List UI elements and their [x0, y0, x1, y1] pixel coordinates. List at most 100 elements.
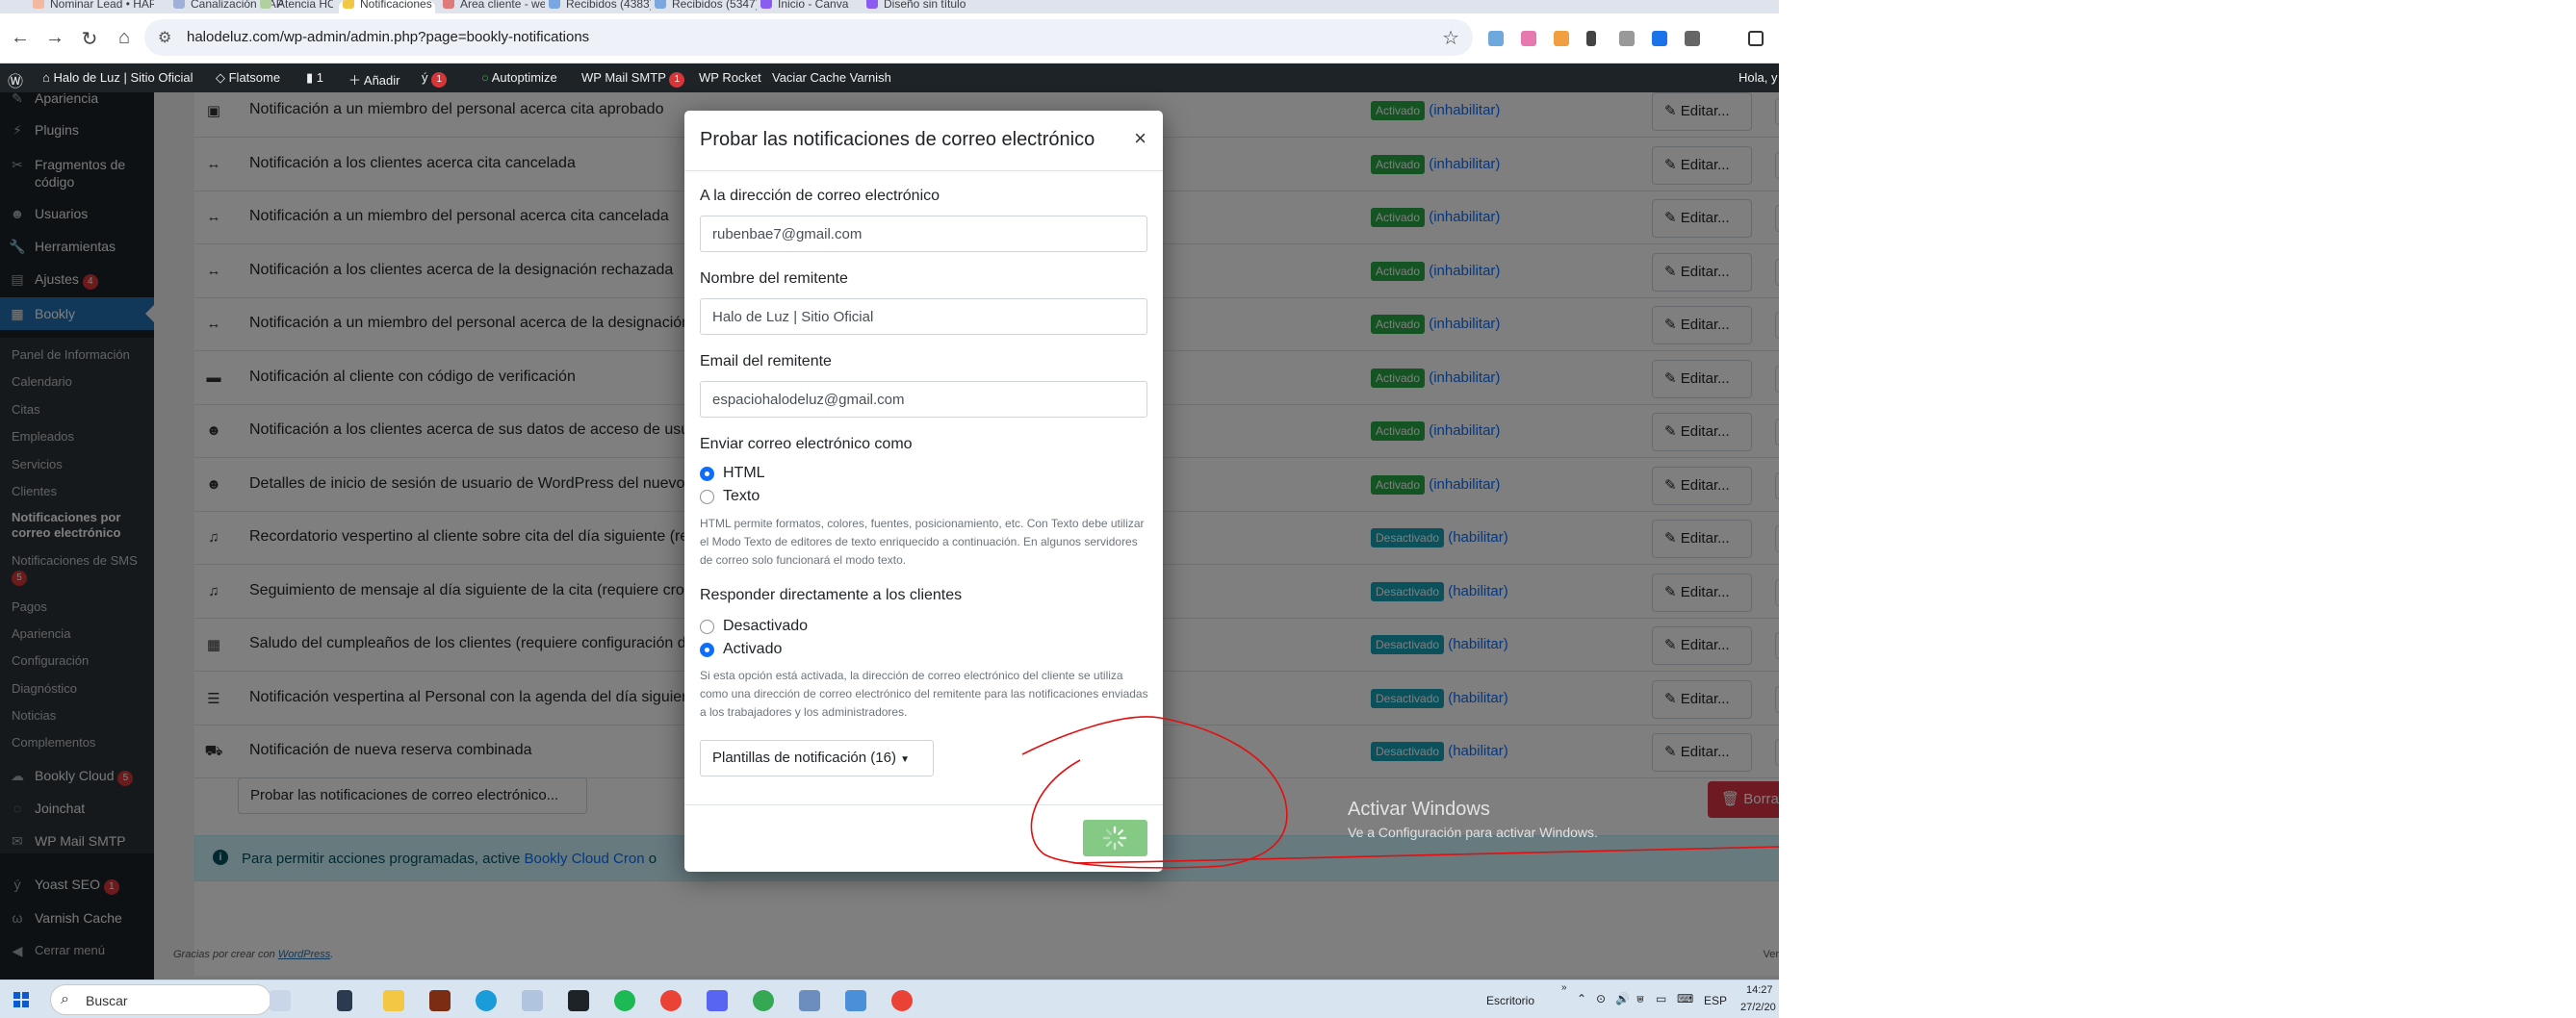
- keyboard-icon[interactable]: ⌨: [1677, 992, 1693, 1005]
- browser-tab[interactable]: Nominar Lead • HAP: [29, 0, 154, 13]
- bookmark-star-icon[interactable]: ☆: [1442, 26, 1459, 50]
- url-bar[interactable]: ⚙ halodeluz.com/wp-admin/admin.php?page=…: [144, 19, 1473, 56]
- adminbar-add-new[interactable]: ＋ Añadir: [348, 70, 399, 89]
- app-icon[interactable]: [429, 990, 451, 1011]
- app-icon[interactable]: [568, 990, 589, 1011]
- modal-footer-divider: [684, 804, 1163, 805]
- home-icon[interactable]: ⌂: [112, 27, 137, 49]
- adminbar-site[interactable]: ⌂ Halo de Luz | Sitio Oficial: [42, 70, 193, 85]
- adminbar-updates[interactable]: ý 1: [422, 70, 448, 88]
- site-info-icon[interactable]: ⚙: [158, 28, 171, 47]
- clock-time[interactable]: 14:27: [1746, 984, 1773, 996]
- caret-down-icon: ▼: [900, 754, 911, 765]
- search-icon: ⌕: [61, 991, 69, 1007]
- tab-favicon-icon: [33, 0, 44, 9]
- browser-tab[interactable]: Inicio - Canva: [757, 0, 863, 13]
- reload-icon[interactable]: ↻: [77, 27, 102, 51]
- to-email-input[interactable]: [700, 216, 1147, 252]
- to-email-label: A la dirección de correo electrónico: [700, 188, 940, 204]
- wifi-icon[interactable]: ⩐: [1636, 992, 1644, 1006]
- sender-email-label: Email del remitente: [700, 353, 832, 369]
- download-icon[interactable]: [1652, 31, 1667, 46]
- browser-tab[interactable]: Área cliente - web: [439, 0, 545, 13]
- tab-favicon-icon: [655, 0, 666, 9]
- extension-icon[interactable]: [1488, 31, 1504, 46]
- adminbar-wprocket[interactable]: WP Rocket: [699, 70, 761, 85]
- extension-icon[interactable]: [1521, 31, 1536, 46]
- reply-label: Responder directamente a los clientes: [700, 587, 963, 603]
- pen-icon[interactable]: [1586, 31, 1596, 46]
- tab-favicon-icon: [343, 0, 354, 9]
- app-icon[interactable]: [845, 990, 866, 1011]
- close-icon[interactable]: ×: [1134, 126, 1146, 151]
- sidepanel-icon[interactable]: [1748, 31, 1764, 46]
- adminbar-greeting[interactable]: Hola, y: [1739, 70, 1777, 85]
- radio-checked-icon: [700, 467, 714, 481]
- browser-tab-strip: Nominar Lead • HAP Canalización HAP Aten…: [0, 0, 1779, 13]
- tab-favicon-icon: [866, 0, 878, 9]
- modal-header: Probar las notificaciones de correo elec…: [684, 111, 1163, 171]
- language-indicator[interactable]: ESP: [1704, 994, 1727, 1007]
- windows-taskbar: ⌕ Buscar Escritorio » ⌃ ⊙ 🔊 ⩐ ▭ ⌨ ESP 14…: [0, 980, 1779, 1018]
- radio-unchecked-icon: [700, 620, 714, 634]
- screen: Nominar Lead • HAP Canalización HAP Aten…: [0, 0, 1779, 1018]
- browser-tab-active[interactable]: Notificaciones por c...: [339, 0, 435, 13]
- plus-icon: ＋: [348, 73, 364, 88]
- app-icon[interactable]: [707, 990, 728, 1011]
- browser-tab[interactable]: Recibidos (4383): [545, 0, 651, 13]
- windows-start-icon[interactable]: [13, 992, 29, 1007]
- browser-tab[interactable]: Diseño sin título: [863, 0, 968, 13]
- volume-icon[interactable]: 🔊: [1615, 992, 1630, 1005]
- tab-favicon-icon: [760, 0, 772, 9]
- file-explorer-icon[interactable]: [383, 990, 404, 1011]
- puzzle-icon[interactable]: [1685, 31, 1700, 46]
- spotify-icon[interactable]: [614, 990, 635, 1011]
- radio-unchecked-icon: [700, 490, 714, 504]
- edge-icon[interactable]: [476, 990, 497, 1011]
- sender-name-label: Nombre del remitente: [700, 270, 848, 287]
- tab-favicon-icon: [173, 0, 185, 9]
- monitor-icon[interactable]: ▭: [1656, 992, 1666, 1005]
- templates-dropdown[interactable]: Plantillas de notificación (16) ▼: [700, 740, 934, 776]
- tab-favicon-icon: [549, 0, 560, 9]
- taskbar-widget-icon[interactable]: [270, 990, 291, 1011]
- browser-tab[interactable]: Recibidos (5347): [651, 0, 757, 13]
- adminbar-theme[interactable]: ◇ Flatsome: [216, 70, 280, 86]
- tab-favicon-icon: [260, 0, 271, 9]
- network-icon[interactable]: ⊙: [1596, 992, 1606, 1005]
- app-icon[interactable]: [522, 990, 543, 1011]
- url-text: halodeluz.com/wp-admin/admin.php?page=bo…: [187, 29, 590, 45]
- back-icon[interactable]: ←: [8, 27, 33, 49]
- sender-email-input[interactable]: [700, 381, 1147, 418]
- chevron-icon[interactable]: »: [1561, 982, 1567, 993]
- sender-name-input[interactable]: [700, 298, 1147, 335]
- spinner-icon: [1102, 826, 1127, 851]
- browser-tab[interactable]: Atencia HOLD: [256, 0, 333, 13]
- clock-date[interactable]: 27/2/20: [1740, 1002, 1776, 1013]
- diamond-icon: ◇: [216, 70, 229, 85]
- wp-admin-bar: Ⓦ ⌂ Halo de Luz | Sitio Oficial ◇ Flatso…: [0, 64, 1779, 92]
- tray-up-icon[interactable]: ⌃: [1577, 992, 1586, 1005]
- adminbar-varnish[interactable]: Vaciar Cache Varnish: [772, 70, 891, 85]
- test-email-modal: Probar las notificaciones de correo elec…: [684, 111, 1163, 872]
- chrome-icon[interactable]: [891, 990, 913, 1011]
- task-view-icon[interactable]: [337, 990, 352, 1011]
- wordpress-logo-icon[interactable]: Ⓦ: [8, 68, 23, 91]
- calculator-icon[interactable]: [799, 990, 820, 1011]
- adminbar-autoptimize[interactable]: ○ Autoptimize: [481, 70, 557, 85]
- chrome-icon[interactable]: [660, 990, 682, 1011]
- camera-icon[interactable]: [1619, 31, 1635, 46]
- home-icon: ⌂: [42, 70, 54, 85]
- adminbar-wpmail[interactable]: WP Mail SMTP 1: [581, 70, 685, 88]
- status-dot-icon: ○: [481, 70, 492, 85]
- chrome-icon[interactable]: [753, 990, 774, 1011]
- send-button[interactable]: [1083, 820, 1147, 856]
- taskbar-search[interactable]: ⌕ Buscar: [50, 984, 271, 1015]
- modal-title: Probar las notificaciones de correo elec…: [700, 129, 1095, 150]
- send-as-label: Enviar correo electrónico como: [700, 436, 913, 452]
- reply-help: Si esta opción está activada, la direcci…: [700, 669, 1148, 719]
- adminbar-comments[interactable]: ▮ 1: [306, 70, 323, 86]
- extension-icon[interactable]: [1554, 31, 1569, 46]
- forward-icon[interactable]: →: [42, 27, 67, 49]
- desktop-label[interactable]: Escritorio: [1486, 994, 1534, 1007]
